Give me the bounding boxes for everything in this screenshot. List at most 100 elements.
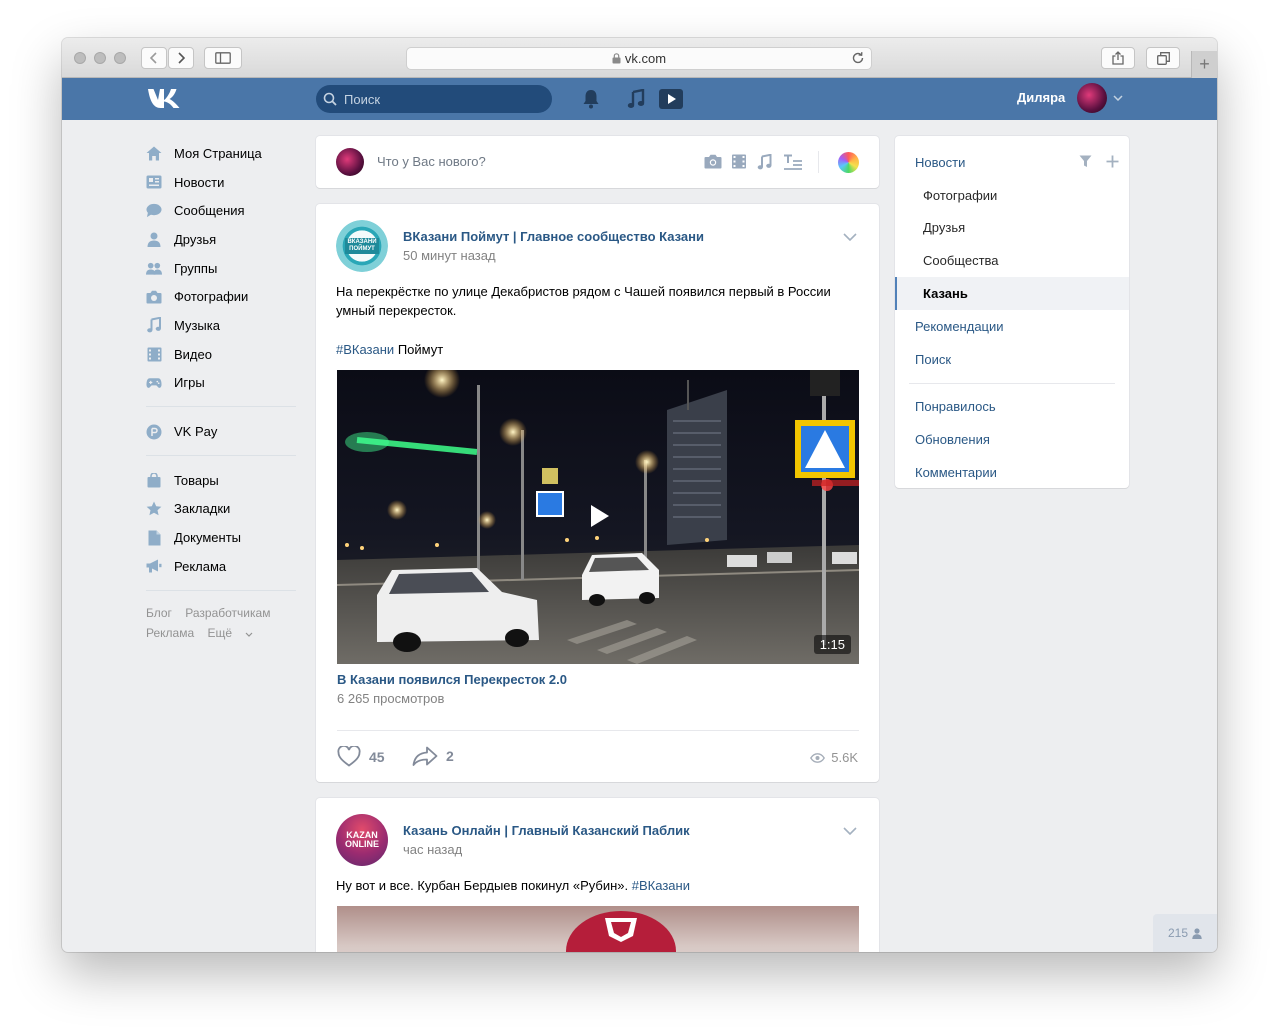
news-filter-menu: Новости Фотографии Друзья Сообщества Каз… bbox=[895, 136, 1129, 488]
group-avatar[interactable]: KAZAN ONLINE bbox=[336, 814, 388, 866]
search-input[interactable]: Поиск bbox=[316, 85, 552, 113]
nav-messages[interactable]: Сообщения bbox=[146, 196, 306, 225]
nav-label: Закладки bbox=[174, 501, 231, 517]
hashtag-link[interactable]: #ВКазани bbox=[632, 878, 690, 893]
footer-more-link[interactable]: Ещё bbox=[207, 626, 253, 640]
nav-video[interactable]: Видео bbox=[146, 340, 306, 369]
nav-documents[interactable]: Документы bbox=[146, 523, 306, 552]
article-icon[interactable] bbox=[783, 154, 803, 170]
feed-post: KAZAN ONLINE Казань Онлайн | Главный Каз… bbox=[316, 798, 879, 952]
nav-photos[interactable]: Фотографии bbox=[146, 282, 306, 311]
post-text-line: Ну вот и все. Курбан Бердыев покинул «Ру… bbox=[336, 876, 856, 895]
nav-label: Товары bbox=[174, 472, 219, 488]
filter-label: Понравилось bbox=[915, 399, 996, 415]
user-name[interactable]: Диляра bbox=[1017, 90, 1065, 105]
nav-label: Реклама bbox=[174, 558, 227, 574]
play-icon[interactable] bbox=[589, 503, 611, 529]
left-navigation: Моя Страница Новости Сообщения Друзья Гр… bbox=[146, 139, 306, 643]
address-bar[interactable]: vk.com bbox=[406, 47, 872, 70]
stories-icon[interactable] bbox=[838, 152, 859, 173]
bag-icon bbox=[146, 472, 162, 488]
filter-kazan[interactable]: Казань bbox=[895, 277, 1129, 310]
reload-icon[interactable] bbox=[851, 51, 865, 65]
video-duration: 1:15 bbox=[813, 635, 851, 654]
news-icon bbox=[146, 174, 162, 190]
nav-vk-pay[interactable]: VK Pay bbox=[146, 417, 306, 446]
music-icon[interactable] bbox=[757, 154, 772, 170]
tabs-icon bbox=[1156, 51, 1170, 65]
sidebar-icon bbox=[215, 52, 231, 64]
filter-updates[interactable]: Обновления bbox=[895, 423, 1129, 456]
post-author-link[interactable]: ВКазани Поймут | Главное сообщество Каза… bbox=[403, 229, 704, 244]
filter-search[interactable]: Поиск bbox=[895, 343, 1129, 376]
footer-ads-link[interactable]: Реклама bbox=[146, 626, 194, 640]
nav-news[interactable]: Новости bbox=[146, 168, 306, 197]
nav-music[interactable]: Музыка bbox=[146, 311, 306, 340]
video-icon[interactable] bbox=[732, 154, 746, 169]
gamepad-icon bbox=[146, 375, 162, 391]
nav-games[interactable]: Игры bbox=[146, 369, 306, 398]
nav-label: Друзья bbox=[174, 231, 217, 247]
tabs-overview-button[interactable] bbox=[1146, 47, 1180, 69]
nav-my-page[interactable]: Моя Страница bbox=[146, 139, 306, 168]
groups-icon bbox=[146, 260, 162, 276]
hashtag-link[interactable]: #ВКазани bbox=[336, 342, 394, 357]
post-time[interactable]: час назад bbox=[403, 842, 462, 857]
back-button[interactable] bbox=[141, 47, 167, 69]
share-button[interactable] bbox=[1101, 47, 1135, 69]
chevron-down-icon[interactable] bbox=[843, 233, 857, 241]
forward-button[interactable] bbox=[168, 47, 194, 69]
zoom-window-button[interactable] bbox=[114, 52, 126, 64]
video-title-link[interactable]: В Казани появился Перекресток 2.0 bbox=[337, 672, 567, 687]
share-count: 2 bbox=[446, 748, 454, 764]
play-video-icon[interactable] bbox=[659, 89, 683, 109]
avatar[interactable] bbox=[336, 148, 364, 176]
filter-comments[interactable]: Комментарии bbox=[895, 456, 1129, 489]
nav-divider bbox=[146, 454, 296, 456]
nav-label: Музыка bbox=[174, 317, 220, 333]
nav-friends[interactable]: Друзья bbox=[146, 225, 306, 254]
group-avatar[interactable]: ВКАЗАНИ ПОЙМУТ bbox=[336, 220, 388, 272]
post-image[interactable] bbox=[337, 906, 859, 952]
plus-icon[interactable] bbox=[1106, 155, 1119, 168]
composer-input[interactable]: Что у Вас нового? bbox=[377, 154, 486, 169]
online-count: 215 bbox=[1167, 926, 1189, 940]
user-avatar[interactable] bbox=[1077, 83, 1107, 113]
post-author-link[interactable]: Казань Онлайн | Главный Казанский Паблик bbox=[403, 823, 690, 838]
nav-bookmarks[interactable]: Закладки bbox=[146, 495, 306, 524]
close-window-button[interactable] bbox=[74, 52, 86, 64]
like-button[interactable]: 45 bbox=[337, 746, 385, 767]
filter-communities[interactable]: Сообщества bbox=[895, 244, 1129, 277]
post-time[interactable]: 50 минут назад bbox=[403, 248, 496, 263]
footer-developers-link[interactable]: Разработчикам bbox=[185, 606, 270, 620]
nav-groups[interactable]: Группы bbox=[146, 254, 306, 283]
filter-friends[interactable]: Друзья bbox=[895, 212, 1129, 245]
friends-icon bbox=[146, 231, 162, 247]
chevron-down-icon[interactable] bbox=[843, 827, 857, 835]
chevron-down-icon[interactable] bbox=[1113, 95, 1123, 101]
minimize-window-button[interactable] bbox=[94, 52, 106, 64]
nav-label: Группы bbox=[174, 260, 218, 276]
online-friends-counter[interactable]: 215 bbox=[1153, 914, 1217, 952]
camera-icon[interactable] bbox=[704, 154, 722, 169]
vk-logo[interactable] bbox=[147, 87, 181, 109]
new-tab-button[interactable]: + bbox=[1191, 51, 1217, 78]
sidebar-toggle-button[interactable] bbox=[204, 47, 242, 69]
video-player[interactable]: 1:15 bbox=[337, 370, 859, 664]
nav-ads[interactable]: Реклама bbox=[146, 552, 306, 581]
footer-blog-link[interactable]: Блог bbox=[146, 606, 172, 620]
filter-photos[interactable]: Фотографии bbox=[895, 179, 1129, 212]
plus-icon: + bbox=[1199, 54, 1210, 74]
music-note-icon[interactable] bbox=[627, 89, 645, 109]
bell-icon[interactable] bbox=[582, 89, 600, 109]
filter-liked[interactable]: Понравилось bbox=[895, 391, 1129, 424]
like-count: 45 bbox=[369, 748, 385, 765]
share-post-button[interactable]: 2 bbox=[412, 746, 454, 766]
chevron-left-icon bbox=[150, 52, 157, 64]
filter-recommendations[interactable]: Рекомендации bbox=[895, 310, 1129, 343]
filter-icon[interactable] bbox=[1079, 155, 1092, 168]
filter-news[interactable]: Новости bbox=[895, 146, 1129, 179]
filter-label: Новости bbox=[915, 154, 966, 170]
nav-goods[interactable]: Товары bbox=[146, 466, 306, 495]
video-views: 6 265 просмотров bbox=[337, 691, 445, 706]
